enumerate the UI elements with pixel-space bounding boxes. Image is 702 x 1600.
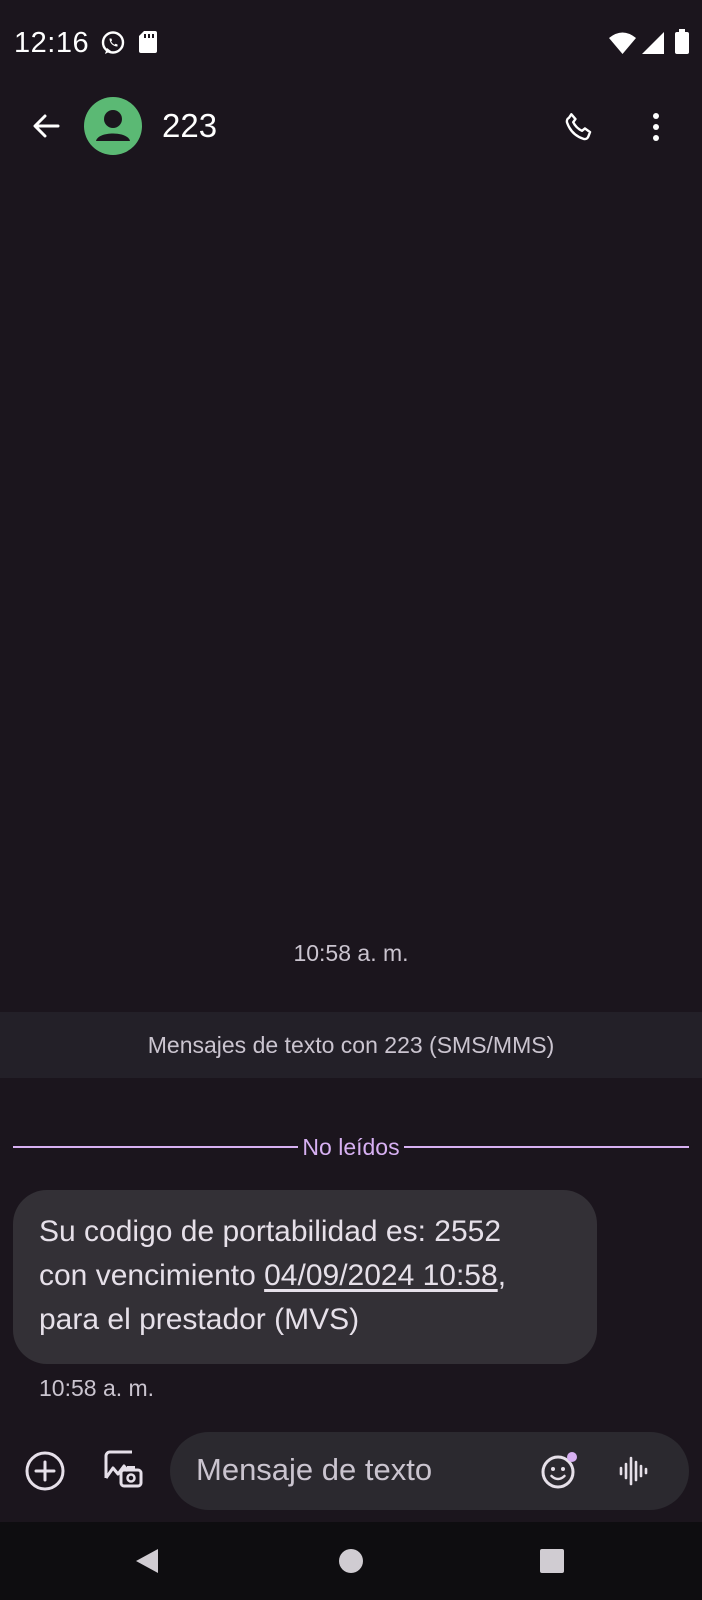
conversation-info-text: Mensajes de texto con 223 (SMS/MMS): [147, 1031, 555, 1058]
nav-back-icon: [136, 1549, 158, 1573]
message-line-3: para el prestador (MVS): [39, 1303, 360, 1336]
avatar[interactable]: [84, 97, 142, 155]
status-bar: 12:16: [0, 0, 702, 88]
message-line-2: con vencimiento 04/09/2024 10:58,: [39, 1254, 571, 1298]
add-circle-icon: [25, 1451, 65, 1491]
message-line-2-prefix: con vencimiento: [39, 1259, 265, 1292]
gallery-button[interactable]: [98, 1444, 148, 1494]
wifi-icon: [609, 32, 636, 54]
message-line-2-suffix: ,: [497, 1259, 507, 1292]
voice-icon: [619, 1456, 648, 1486]
back-button[interactable]: [22, 102, 70, 150]
message-input-placeholder: Mensaje de texto: [196, 1452, 433, 1487]
unread-label: No leídos: [302, 1133, 400, 1160]
unread-divider-line-left: [13, 1146, 299, 1148]
unread-divider: No leídos: [13, 1130, 690, 1164]
whatsapp-icon: [101, 31, 125, 54]
more-vert-icon: [653, 113, 659, 141]
nav-recents-icon: [540, 1549, 564, 1573]
compose-bar: Mensaje de texto: [0, 1430, 702, 1512]
nav-back-button[interactable]: [122, 1536, 172, 1586]
status-time: 12:16: [14, 27, 90, 59]
signal-icon: [642, 32, 664, 54]
nav-recents-button[interactable]: [527, 1536, 577, 1586]
battery-icon: [675, 29, 689, 54]
message-input[interactable]: Mensaje de texto: [170, 1432, 689, 1510]
voice-message-button[interactable]: [610, 1448, 656, 1494]
nav-home-button[interactable]: [326, 1536, 376, 1586]
unread-divider-line-right: [403, 1146, 690, 1148]
date-link[interactable]: 04/09/2024 10:58: [264, 1259, 498, 1292]
timestamp-divider: 10:58 a. m.: [293, 940, 409, 966]
more-options-button[interactable]: [631, 102, 681, 152]
conversation-info-banner: Mensajes de texto con 223 (SMS/MMS): [0, 1012, 702, 1078]
call-button[interactable]: [554, 102, 604, 152]
sd-card-icon: [139, 31, 157, 53]
emoji-icon: [541, 1452, 577, 1489]
emoji-button[interactable]: [536, 1448, 582, 1494]
message-timestamp: 10:58 a. m.: [39, 1375, 155, 1401]
phone-icon: [565, 113, 592, 141]
navigation-bar: [0, 1522, 702, 1600]
gallery-icon: [104, 1450, 143, 1488]
contact-name[interactable]: 223: [162, 107, 217, 145]
message-line-1: Su codigo de portabilidad es: 2552: [39, 1215, 502, 1248]
add-attachment-button[interactable]: [20, 1446, 70, 1496]
message-bubble[interactable]: Su codigo de portabilidad es: 2552 con v…: [13, 1190, 597, 1364]
app-bar: 223: [0, 88, 702, 166]
person-icon: [96, 110, 130, 141]
nav-home-icon: [339, 1549, 363, 1573]
back-arrow-icon: [33, 114, 60, 138]
